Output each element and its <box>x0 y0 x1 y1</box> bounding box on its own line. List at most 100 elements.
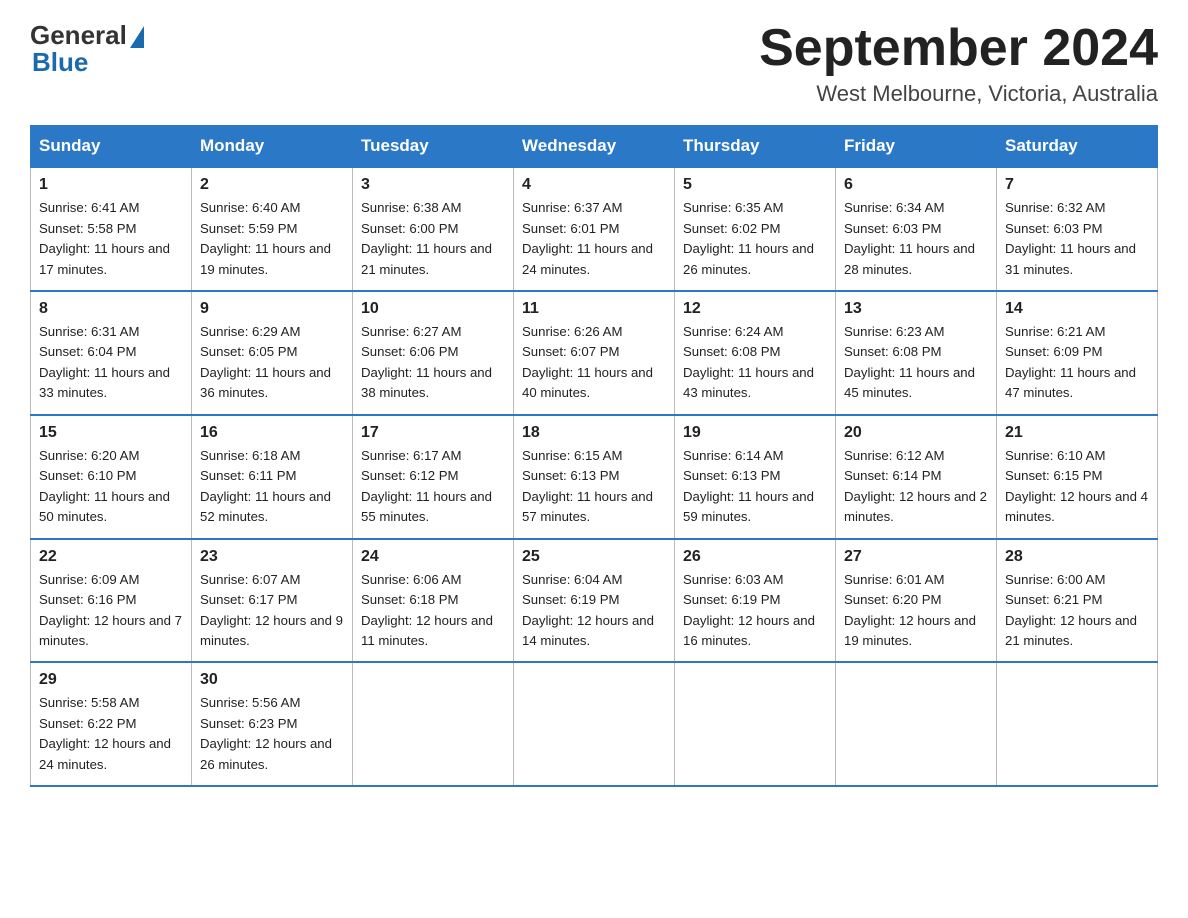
day-info: Sunrise: 6:34 AMSunset: 6:03 PMDaylight:… <box>844 200 975 276</box>
day-number: 6 <box>844 176 988 194</box>
calendar-cell: 9 Sunrise: 6:29 AMSunset: 6:05 PMDayligh… <box>192 291 353 415</box>
calendar-cell: 10 Sunrise: 6:27 AMSunset: 6:06 PMDaylig… <box>353 291 514 415</box>
calendar-cell: 17 Sunrise: 6:17 AMSunset: 6:12 PMDaylig… <box>353 415 514 539</box>
day-number: 24 <box>361 548 505 566</box>
day-number: 19 <box>683 424 827 442</box>
day-info: Sunrise: 6:24 AMSunset: 6:08 PMDaylight:… <box>683 324 814 400</box>
calendar-cell: 24 Sunrise: 6:06 AMSunset: 6:18 PMDaylig… <box>353 539 514 663</box>
day-number: 15 <box>39 424 183 442</box>
day-number: 3 <box>361 176 505 194</box>
day-info: Sunrise: 6:40 AMSunset: 5:59 PMDaylight:… <box>200 200 331 276</box>
weekday-header-wednesday: Wednesday <box>514 126 675 168</box>
calendar-week-row: 29 Sunrise: 5:58 AMSunset: 6:22 PMDaylig… <box>31 662 1158 786</box>
day-number: 14 <box>1005 300 1149 318</box>
calendar-cell: 4 Sunrise: 6:37 AMSunset: 6:01 PMDayligh… <box>514 167 675 291</box>
day-info: Sunrise: 6:17 AMSunset: 6:12 PMDaylight:… <box>361 448 492 524</box>
calendar-cell: 6 Sunrise: 6:34 AMSunset: 6:03 PMDayligh… <box>836 167 997 291</box>
calendar-week-row: 22 Sunrise: 6:09 AMSunset: 6:16 PMDaylig… <box>31 539 1158 663</box>
day-number: 25 <box>522 548 666 566</box>
day-info: Sunrise: 6:14 AMSunset: 6:13 PMDaylight:… <box>683 448 814 524</box>
calendar-cell: 1 Sunrise: 6:41 AMSunset: 5:58 PMDayligh… <box>31 167 192 291</box>
weekday-header-tuesday: Tuesday <box>353 126 514 168</box>
calendar-cell <box>997 662 1158 786</box>
calendar-cell: 30 Sunrise: 5:56 AMSunset: 6:23 PMDaylig… <box>192 662 353 786</box>
day-info: Sunrise: 6:21 AMSunset: 6:09 PMDaylight:… <box>1005 324 1136 400</box>
calendar-cell: 20 Sunrise: 6:12 AMSunset: 6:14 PMDaylig… <box>836 415 997 539</box>
calendar-cell <box>836 662 997 786</box>
calendar-cell: 21 Sunrise: 6:10 AMSunset: 6:15 PMDaylig… <box>997 415 1158 539</box>
day-info: Sunrise: 6:04 AMSunset: 6:19 PMDaylight:… <box>522 572 654 648</box>
day-info: Sunrise: 5:58 AMSunset: 6:22 PMDaylight:… <box>39 695 171 771</box>
calendar-week-row: 1 Sunrise: 6:41 AMSunset: 5:58 PMDayligh… <box>31 167 1158 291</box>
day-info: Sunrise: 6:38 AMSunset: 6:00 PMDaylight:… <box>361 200 492 276</box>
weekday-header-monday: Monday <box>192 126 353 168</box>
day-number: 28 <box>1005 548 1149 566</box>
day-number: 8 <box>39 300 183 318</box>
day-info: Sunrise: 6:18 AMSunset: 6:11 PMDaylight:… <box>200 448 331 524</box>
day-number: 23 <box>200 548 344 566</box>
calendar-cell: 7 Sunrise: 6:32 AMSunset: 6:03 PMDayligh… <box>997 167 1158 291</box>
calendar-cell: 19 Sunrise: 6:14 AMSunset: 6:13 PMDaylig… <box>675 415 836 539</box>
calendar-cell: 5 Sunrise: 6:35 AMSunset: 6:02 PMDayligh… <box>675 167 836 291</box>
calendar-cell: 14 Sunrise: 6:21 AMSunset: 6:09 PMDaylig… <box>997 291 1158 415</box>
day-number: 22 <box>39 548 183 566</box>
calendar-cell: 15 Sunrise: 6:20 AMSunset: 6:10 PMDaylig… <box>31 415 192 539</box>
day-info: Sunrise: 6:26 AMSunset: 6:07 PMDaylight:… <box>522 324 653 400</box>
calendar-cell: 28 Sunrise: 6:00 AMSunset: 6:21 PMDaylig… <box>997 539 1158 663</box>
location-subtitle: West Melbourne, Victoria, Australia <box>759 81 1158 107</box>
day-info: Sunrise: 6:09 AMSunset: 6:16 PMDaylight:… <box>39 572 182 648</box>
day-number: 1 <box>39 176 183 194</box>
calendar-cell: 16 Sunrise: 6:18 AMSunset: 6:11 PMDaylig… <box>192 415 353 539</box>
day-number: 5 <box>683 176 827 194</box>
calendar-cell: 27 Sunrise: 6:01 AMSunset: 6:20 PMDaylig… <box>836 539 997 663</box>
calendar-cell <box>514 662 675 786</box>
weekday-header-saturday: Saturday <box>997 126 1158 168</box>
day-number: 7 <box>1005 176 1149 194</box>
logo-triangle-icon <box>130 26 144 48</box>
day-info: Sunrise: 6:41 AMSunset: 5:58 PMDaylight:… <box>39 200 170 276</box>
title-block: September 2024 West Melbourne, Victoria,… <box>759 20 1158 107</box>
calendar-cell: 22 Sunrise: 6:09 AMSunset: 6:16 PMDaylig… <box>31 539 192 663</box>
weekday-header-friday: Friday <box>836 126 997 168</box>
month-year-title: September 2024 <box>759 20 1158 77</box>
calendar-week-row: 8 Sunrise: 6:31 AMSunset: 6:04 PMDayligh… <box>31 291 1158 415</box>
day-info: Sunrise: 6:31 AMSunset: 6:04 PMDaylight:… <box>39 324 170 400</box>
calendar-cell: 29 Sunrise: 5:58 AMSunset: 6:22 PMDaylig… <box>31 662 192 786</box>
day-number: 18 <box>522 424 666 442</box>
weekday-header-sunday: Sunday <box>31 126 192 168</box>
calendar-cell: 12 Sunrise: 6:24 AMSunset: 6:08 PMDaylig… <box>675 291 836 415</box>
day-number: 13 <box>844 300 988 318</box>
calendar-cell: 2 Sunrise: 6:40 AMSunset: 5:59 PMDayligh… <box>192 167 353 291</box>
calendar-cell: 18 Sunrise: 6:15 AMSunset: 6:13 PMDaylig… <box>514 415 675 539</box>
day-number: 2 <box>200 176 344 194</box>
day-number: 17 <box>361 424 505 442</box>
calendar-cell: 11 Sunrise: 6:26 AMSunset: 6:07 PMDaylig… <box>514 291 675 415</box>
weekday-header-thursday: Thursday <box>675 126 836 168</box>
calendar-cell: 8 Sunrise: 6:31 AMSunset: 6:04 PMDayligh… <box>31 291 192 415</box>
day-info: Sunrise: 6:00 AMSunset: 6:21 PMDaylight:… <box>1005 572 1137 648</box>
logo-blue-text: Blue <box>32 47 88 78</box>
day-info: Sunrise: 5:56 AMSunset: 6:23 PMDaylight:… <box>200 695 332 771</box>
day-info: Sunrise: 6:03 AMSunset: 6:19 PMDaylight:… <box>683 572 815 648</box>
day-number: 11 <box>522 300 666 318</box>
day-info: Sunrise: 6:01 AMSunset: 6:20 PMDaylight:… <box>844 572 976 648</box>
day-number: 12 <box>683 300 827 318</box>
weekday-header-row: SundayMondayTuesdayWednesdayThursdayFrid… <box>31 126 1158 168</box>
day-info: Sunrise: 6:27 AMSunset: 6:06 PMDaylight:… <box>361 324 492 400</box>
day-info: Sunrise: 6:37 AMSunset: 6:01 PMDaylight:… <box>522 200 653 276</box>
day-number: 9 <box>200 300 344 318</box>
calendar-cell: 26 Sunrise: 6:03 AMSunset: 6:19 PMDaylig… <box>675 539 836 663</box>
day-info: Sunrise: 6:20 AMSunset: 6:10 PMDaylight:… <box>39 448 170 524</box>
day-info: Sunrise: 6:32 AMSunset: 6:03 PMDaylight:… <box>1005 200 1136 276</box>
calendar-table: SundayMondayTuesdayWednesdayThursdayFrid… <box>30 125 1158 787</box>
calendar-cell: 23 Sunrise: 6:07 AMSunset: 6:17 PMDaylig… <box>192 539 353 663</box>
day-number: 27 <box>844 548 988 566</box>
day-info: Sunrise: 6:06 AMSunset: 6:18 PMDaylight:… <box>361 572 493 648</box>
logo: General Blue <box>30 20 144 78</box>
calendar-cell: 25 Sunrise: 6:04 AMSunset: 6:19 PMDaylig… <box>514 539 675 663</box>
day-number: 16 <box>200 424 344 442</box>
calendar-cell <box>675 662 836 786</box>
calendar-cell: 3 Sunrise: 6:38 AMSunset: 6:00 PMDayligh… <box>353 167 514 291</box>
day-info: Sunrise: 6:12 AMSunset: 6:14 PMDaylight:… <box>844 448 987 524</box>
day-info: Sunrise: 6:10 AMSunset: 6:15 PMDaylight:… <box>1005 448 1148 524</box>
